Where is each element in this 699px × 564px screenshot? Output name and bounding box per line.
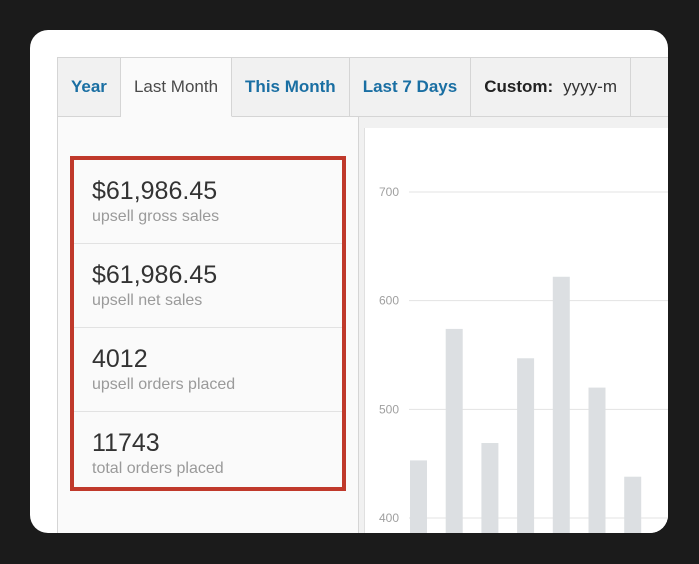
stat-gross-sales[interactable]: $61,986.45 upsell gross sales	[74, 160, 342, 244]
stat-label: upsell gross sales	[92, 208, 220, 225]
chart-bar[interactable]	[624, 476, 642, 533]
stat-label: upsell net sales	[92, 292, 203, 309]
y-tick-label: 400	[379, 511, 399, 525]
y-tick-label: 700	[379, 185, 399, 199]
report-panel: Year Last Month This Month Last 7 Days C…	[57, 57, 668, 533]
stat-value: $61,986.45	[92, 177, 218, 205]
stat-total-orders[interactable]: 11743 total orders placed	[74, 412, 342, 496]
stat-value: $61,986.45	[92, 261, 218, 289]
chart-bar[interactable]	[517, 358, 535, 533]
tab-this-month[interactable]: This Month	[232, 58, 350, 116]
stat-value: 11743	[92, 429, 160, 457]
chart-bar[interactable]	[481, 443, 499, 533]
stats-sidebar: $61,986.45 upsell gross sales $61,986.45…	[58, 117, 359, 533]
chart-bar[interactable]	[552, 276, 570, 533]
chart-bar[interactable]	[445, 328, 463, 533]
stat-label: upsell orders placed	[92, 376, 236, 393]
y-tick-label: 500	[379, 402, 399, 416]
chart-bar[interactable]	[588, 387, 606, 533]
card: Year Last Month This Month Last 7 Days C…	[30, 30, 668, 533]
y-tick-label: 600	[379, 294, 399, 308]
tab-year[interactable]: Year	[58, 58, 121, 116]
tab-custom[interactable]: Custom: yyyy-m	[471, 58, 631, 116]
date-range-tabs: Year Last Month This Month Last 7 Days C…	[58, 58, 668, 117]
chart-bar[interactable]	[410, 460, 427, 533]
tab-last-month[interactable]: Last Month	[120, 58, 233, 117]
custom-date-input[interactable]: yyyy-m	[563, 77, 617, 97]
stat-upsell-orders[interactable]: 4012 upsell orders placed	[74, 328, 342, 412]
stats-highlight-box: $61,986.45 upsell gross sales $61,986.45…	[70, 156, 346, 491]
bar-chart: 700 600 500 400	[364, 128, 668, 533]
stat-label: total orders placed	[92, 460, 224, 477]
custom-label: Custom:	[484, 77, 554, 96]
tab-last-7-days[interactable]: Last 7 Days	[350, 58, 472, 116]
chart-svg: 700 600 500 400	[379, 185, 668, 533]
stat-value: 4012	[92, 345, 148, 373]
stat-net-sales[interactable]: $61,986.45 upsell net sales	[74, 244, 342, 328]
